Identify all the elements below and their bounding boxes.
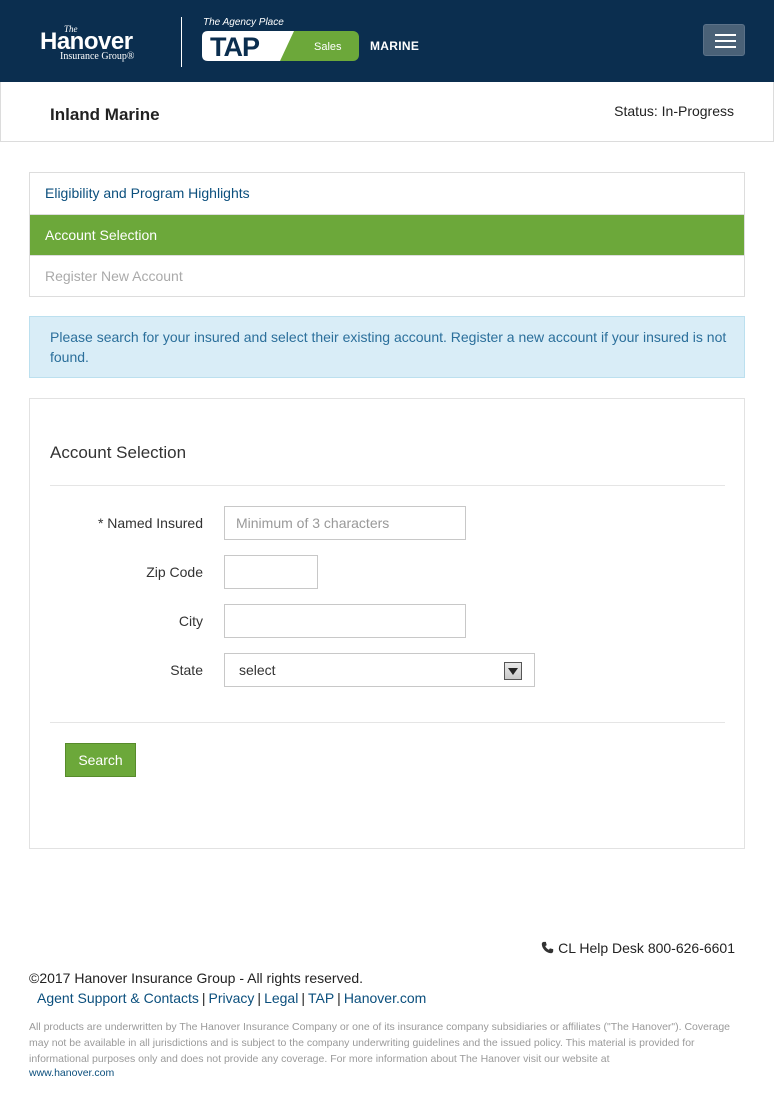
tap-badge-sub: Sales (314, 41, 342, 53)
link-separator: | (337, 990, 341, 1006)
menu-bar-icon (715, 34, 736, 36)
logo-subtitle: Insurance Group® (60, 51, 135, 62)
step-eligibility[interactable]: Eligibility and Program Highlights (30, 173, 744, 214)
city-label: City (178, 613, 203, 629)
tap-caption: The Agency Place (203, 17, 284, 28)
named-insured-label: * Named Insured (97, 515, 203, 531)
panel-title: Account Selection (50, 443, 187, 462)
top-navbar: The Hanover Insurance Group® The Agency … (0, 0, 774, 82)
disclaimer-text: All products are underwritten by The Han… (29, 1021, 730, 1065)
footer-link-tap[interactable]: TAP (308, 990, 334, 1006)
state-label: State (170, 662, 203, 678)
divider (50, 485, 725, 486)
account-selection-panel: Account Selection * Named Insured Zip Co… (29, 398, 745, 849)
state-select-value: select (239, 662, 276, 678)
phone-icon (541, 941, 554, 954)
link-separator: | (201, 990, 206, 1006)
copyright: ©2017 Hanover Insurance Group - All righ… (29, 970, 364, 986)
menu-bar-icon (715, 46, 736, 48)
divider (50, 722, 725, 723)
wizard-steps: Eligibility and Program Highlights Accou… (29, 172, 745, 297)
logo-divider (181, 17, 182, 67)
named-insured-input[interactable] (224, 506, 466, 540)
page-title: Inland Marine (50, 105, 160, 124)
step-account-selection[interactable]: Account Selection (30, 214, 744, 255)
city-input[interactable] (224, 604, 466, 638)
status-text: Status: In-Progress (614, 103, 734, 119)
chevron-down-icon[interactable] (504, 662, 522, 680)
link-separator: | (301, 990, 305, 1006)
helpdesk-text: CL Help Desk 800-626-6601 (558, 940, 735, 956)
footer-link-legal[interactable]: Legal (264, 990, 298, 1006)
zip-code-label: Zip Code (146, 564, 203, 580)
title-bar: Inland Marine Status: In-Progress (0, 82, 774, 142)
hamburger-menu-button[interactable] (703, 24, 745, 56)
link-separator: | (257, 990, 262, 1006)
product-label: MARINE (370, 39, 420, 53)
helpdesk: CL Help Desk 800-626-6601 (541, 940, 735, 956)
zip-code-input[interactable] (224, 555, 318, 589)
step-register-new-account: Register New Account (30, 255, 744, 296)
search-button[interactable]: Search (65, 743, 136, 777)
menu-bar-icon (715, 40, 736, 42)
state-select[interactable]: select (224, 653, 535, 687)
hanover-website-link[interactable]: www.hanover.com (29, 1067, 114, 1079)
footer-links: Agent Support & Contacts | Privacy | Legal | T… (37, 990, 426, 1006)
footer-link-hanover[interactable]: Hanover.com (344, 990, 426, 1006)
footer-link-agent-support[interactable]: Agent Support & Contacts (37, 990, 199, 1006)
tap-badge-text: TAP (210, 32, 260, 61)
footer-link-privacy[interactable]: Privacy (209, 990, 255, 1006)
tap-sales-logo[interactable]: TAP Sales (202, 31, 359, 61)
info-alert: Please search for your insured and selec… (29, 316, 745, 378)
